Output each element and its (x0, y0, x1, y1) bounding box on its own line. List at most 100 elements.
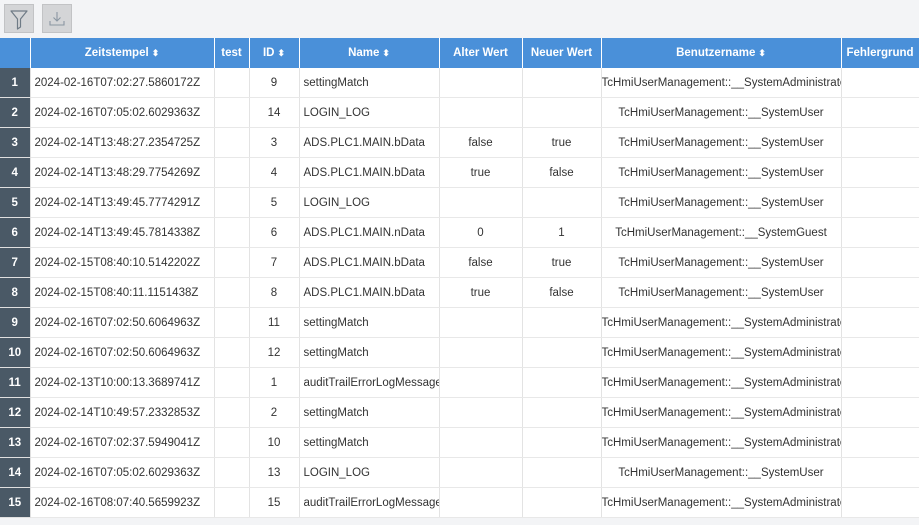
rownum: 3 (0, 127, 31, 158)
column-header-label: Name (348, 47, 380, 59)
test-cell (214, 457, 250, 488)
name-cell: settingMatch (299, 427, 440, 458)
neuer-wert-cell: true (522, 127, 602, 158)
sort-icon[interactable]: ⬍ (758, 48, 766, 58)
alter-wert-cell: false (439, 247, 523, 278)
table-row[interactable]: 12 2024-02-14T10:49:57.2332853Z 2 settingMa… (0, 397, 919, 428)
id-cell: 5 (249, 187, 300, 218)
export-button[interactable] (42, 4, 72, 33)
table-body: 1 2024-02-16T07:02:27.5860172Z 9 settingMat… (0, 68, 919, 518)
sort-icon[interactable]: ⬍ (152, 48, 160, 58)
id-cell: 8 (249, 277, 300, 308)
test-cell (214, 157, 250, 188)
zeitstempel-cell: 2024-02-16T07:05:02.6029363Z (30, 457, 215, 488)
sort-icon[interactable]: ⬍ (382, 48, 390, 58)
neuer-wert-cell (522, 427, 602, 458)
zeitstempel-cell: 2024-02-15T08:40:10.5142202Z (30, 247, 215, 278)
table-row[interactable]: 5 2024-02-14T13:49:45.7774291Z 5 LOGIN_LOG T… (0, 187, 919, 218)
benutzername-cell: TcHmiUserManagement::__SystemAdministrat… (601, 307, 842, 338)
table-row[interactable]: 4 2024-02-14T13:48:29.7754269Z 4 ADS.PLC1.M… (0, 157, 919, 188)
test-cell (214, 127, 250, 158)
id-cell: 9 (249, 68, 300, 98)
table-row[interactable]: 11 2024-02-13T10:00:13.3689741Z 1 auditTrai… (0, 367, 919, 398)
fehlergrund-cell (841, 397, 919, 428)
rownum: 6 (0, 217, 31, 248)
name-cell: ADS.PLC1.MAIN.bData (299, 277, 440, 308)
table-row[interactable]: 9 2024-02-16T07:02:50.6064963Z 11 settingMa… (0, 307, 919, 338)
alter-wert-cell (439, 97, 523, 128)
benutzername-cell: TcHmiUserManagement::__SystemAdministrat… (601, 337, 842, 368)
benutzername-cell: TcHmiUserManagement::__SystemUser (601, 247, 842, 278)
table-row[interactable]: 1 2024-02-16T07:02:27.5860172Z 9 settingMat… (0, 68, 919, 98)
column-header-name[interactable]: Name ⬍ (299, 38, 440, 68)
fehlergrund-cell (841, 68, 919, 98)
zeitstempel-cell: 2024-02-16T07:02:37.5949041Z (30, 427, 215, 458)
alter-wert-cell (439, 397, 523, 428)
fehlergrund-cell (841, 457, 919, 488)
zeitstempel-cell: 2024-02-16T07:05:02.6029363Z (30, 97, 215, 128)
table-row[interactable]: 3 2024-02-14T13:48:27.2354725Z 3 ADS.PLC1.M… (0, 127, 919, 158)
id-cell: 15 (249, 487, 300, 518)
rownum: 7 (0, 247, 31, 278)
fehlergrund-cell (841, 127, 919, 158)
id-cell: 4 (249, 157, 300, 188)
benutzername-cell: TcHmiUserManagement::__SystemAdministrat… (601, 367, 842, 398)
column-header-id[interactable]: ID ⬍ (249, 38, 300, 68)
table-row[interactable]: 13 2024-02-16T07:02:37.5949041Z 10 settingM… (0, 427, 919, 458)
table-row[interactable]: 15 2024-02-16T08:07:40.5659923Z 15 auditTra… (0, 487, 919, 518)
id-cell: 12 (249, 337, 300, 368)
neuer-wert-cell (522, 307, 602, 338)
column-header-label: Fehlergrund (846, 47, 914, 59)
rownum: 12 (0, 397, 31, 428)
name-cell: settingMatch (299, 307, 440, 338)
name-cell: LOGIN_LOG (299, 187, 440, 218)
neuer-wert-cell: false (522, 157, 602, 188)
header-row: Zeitstempel ⬍ test ID ⬍ Name ⬍ Alter Wert Neuer … (0, 38, 919, 68)
alter-wert-cell (439, 307, 523, 338)
alter-wert-cell: true (439, 277, 523, 308)
fehlergrund-cell (841, 217, 919, 248)
column-header-neuer-wert: Neuer Wert (522, 38, 602, 68)
fehlergrund-cell (841, 307, 919, 338)
neuer-wert-cell (522, 487, 602, 518)
table-row[interactable]: 7 2024-02-15T08:40:10.5142202Z 7 ADS.PLC1.M… (0, 247, 919, 278)
test-cell (214, 277, 250, 308)
test-cell (214, 307, 250, 338)
benutzername-cell: TcHmiUserManagement::__SystemUser (601, 127, 842, 158)
benutzername-cell: TcHmiUserManagement::__SystemUser (601, 277, 842, 308)
name-cell: LOGIN_LOG (299, 457, 440, 488)
name-cell: settingMatch (299, 337, 440, 368)
filter-button[interactable] (4, 4, 34, 33)
table-row[interactable]: 6 2024-02-14T13:49:45.7814338Z 6 ADS.PLC1.M… (0, 217, 919, 248)
table-row[interactable]: 2 2024-02-16T07:05:02.6029363Z 14 LOGIN_LOG… (0, 97, 919, 128)
zeitstempel-cell: 2024-02-13T10:00:13.3689741Z (30, 367, 215, 398)
id-cell: 2 (249, 397, 300, 428)
column-header-zeitstempel[interactable]: Zeitstempel ⬍ (30, 38, 215, 68)
column-header-benutzername[interactable]: Benutzername ⬍ (601, 38, 842, 68)
alter-wert-cell: 0 (439, 217, 523, 248)
zeitstempel-cell: 2024-02-14T13:49:45.7774291Z (30, 187, 215, 218)
audit-trail-table: Zeitstempel ⬍ test ID ⬍ Name ⬍ Alter Wert Neuer … (0, 38, 919, 518)
table-row[interactable]: 14 2024-02-16T07:05:02.6029363Z 13 LOGIN_LO… (0, 457, 919, 488)
table-row[interactable]: 10 2024-02-16T07:02:50.6064963Z 12 settingM… (0, 337, 919, 368)
name-cell: settingMatch (299, 397, 440, 428)
test-cell (214, 367, 250, 398)
name-cell: settingMatch (299, 68, 440, 98)
test-cell (214, 397, 250, 428)
neuer-wert-cell (522, 337, 602, 368)
benutzername-cell: TcHmiUserManagement::__SystemUser (601, 457, 842, 488)
benutzername-cell: TcHmiUserManagement::__SystemAdministrat… (601, 487, 842, 518)
alter-wert-cell: true (439, 157, 523, 188)
name-cell: LOGIN_LOG (299, 97, 440, 128)
test-cell (214, 247, 250, 278)
neuer-wert-cell (522, 187, 602, 218)
name-cell: auditTrailErrorLogMessage (299, 487, 440, 518)
alter-wert-cell (439, 187, 523, 218)
alter-wert-cell (439, 427, 523, 458)
sort-icon[interactable]: ⬍ (277, 48, 285, 58)
column-header-alter-wert: Alter Wert (439, 38, 523, 68)
neuer-wert-cell (522, 397, 602, 428)
id-cell: 7 (249, 247, 300, 278)
table-row[interactable]: 8 2024-02-15T08:40:11.1151438Z 8 ADS.PLC1.M… (0, 277, 919, 308)
id-cell: 3 (249, 127, 300, 158)
